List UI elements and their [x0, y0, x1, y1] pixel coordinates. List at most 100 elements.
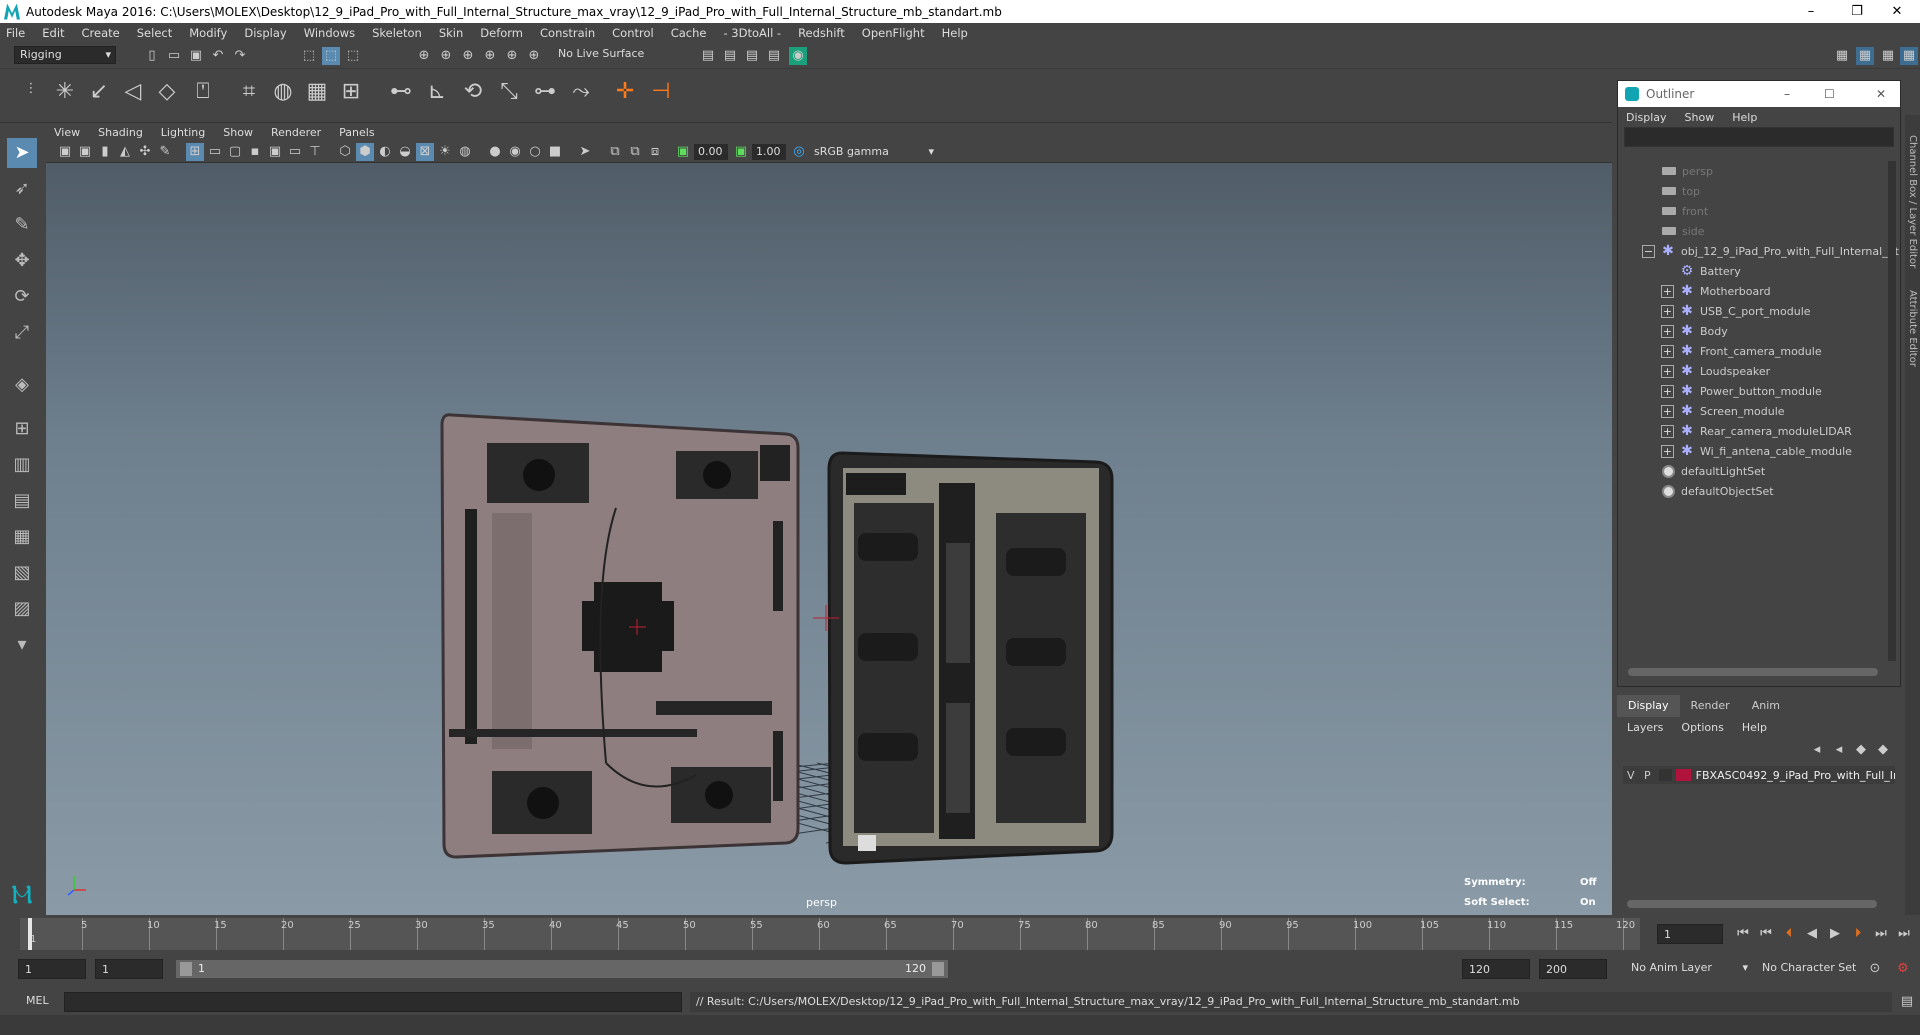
- move-layer-down-icon[interactable]: ◂: [1830, 741, 1848, 759]
- wireframe-icon[interactable]: ⬡: [336, 143, 354, 161]
- workspace-layout-icon[interactable]: ▦: [1856, 47, 1874, 65]
- select-hierarchy-icon[interactable]: ⬚: [300, 47, 318, 65]
- ipr-render-icon[interactable]: ▤: [743, 47, 761, 65]
- channel-box-tab[interactable]: Channel Box / Layer Editor: [1907, 135, 1918, 268]
- outliner-item-front[interactable]: front: [1662, 201, 1708, 221]
- rotate-tool-icon[interactable]: ⟳: [7, 282, 37, 312]
- layer-visibility-toggle[interactable]: V: [1627, 769, 1640, 782]
- outliner-item-usb-c-port[interactable]: + ✱ USB_C_port_module: [1661, 301, 1811, 321]
- open-scene-icon[interactable]: ▭: [165, 47, 183, 65]
- menu-openflight[interactable]: OpenFlight: [862, 26, 925, 40]
- gate-mask-icon[interactable]: ▪: [246, 143, 264, 161]
- field-chart-icon[interactable]: ▣: [266, 143, 284, 161]
- gamma-field[interactable]: 1.00: [752, 144, 786, 160]
- resolution-gate-icon[interactable]: ▢: [226, 143, 244, 161]
- script-language-label[interactable]: MEL: [26, 994, 49, 1007]
- hud-icon[interactable]: ⧈: [646, 143, 664, 161]
- image-plane-icon[interactable]: ◭: [116, 143, 134, 161]
- viewport-menu-lighting[interactable]: Lighting: [161, 126, 205, 139]
- menu-modify[interactable]: Modify: [189, 26, 227, 40]
- parent-constraint-icon[interactable]: ⊶: [532, 81, 558, 103]
- viewport-menu-view[interactable]: View: [54, 126, 80, 139]
- save-scene-icon[interactable]: ▣: [187, 47, 205, 65]
- live-surface-field[interactable]: No Live Surface: [553, 46, 653, 64]
- grid-toggle-icon[interactable]: ⊞: [186, 143, 204, 161]
- render-settings-icon[interactable]: ▤: [765, 47, 783, 65]
- layer-playback-toggle[interactable]: P: [1644, 769, 1657, 782]
- snap-curve-icon[interactable]: ⊕: [437, 47, 455, 65]
- tab-anim[interactable]: Anim: [1741, 695, 1791, 717]
- outliner-item-motherboard[interactable]: + ✱ Motherboard: [1661, 281, 1771, 301]
- new-layer-selected-icon[interactable]: ◆: [1874, 741, 1892, 759]
- layer-row[interactable]: V P FBXASC0492_9_iPad_Pro_with_Full_Inte: [1623, 766, 1895, 784]
- snap-point-icon[interactable]: ⊕: [459, 47, 477, 65]
- animation-preferences-icon[interactable]: ⚙: [1894, 960, 1912, 978]
- outliner-vertical-scrollbar[interactable]: [1888, 161, 1896, 661]
- tab-render[interactable]: Render: [1680, 695, 1741, 717]
- select-object-icon[interactable]: ⬚: [322, 47, 340, 65]
- scale-tool-icon[interactable]: ⤢: [7, 318, 37, 348]
- play-forwards-icon[interactable]: ▶: [1826, 925, 1844, 943]
- outliner-item-default-object-set[interactable]: defaultObjectSet: [1662, 481, 1774, 501]
- smooth-shade-icon[interactable]: ⬢: [356, 143, 374, 161]
- menu-file[interactable]: File: [6, 26, 25, 40]
- menu-create[interactable]: Create: [82, 26, 120, 40]
- exposure-field[interactable]: 0.00: [694, 144, 728, 160]
- playback-start-field[interactable]: 1: [95, 959, 163, 979]
- menu-control[interactable]: Control: [612, 26, 654, 40]
- menu-skeleton[interactable]: Skeleton: [372, 26, 422, 40]
- redo-icon[interactable]: ↷: [231, 47, 249, 65]
- anim-layer-dropdown[interactable]: No Anim Layer ▾: [1626, 960, 1752, 978]
- snap-grid-icon[interactable]: ⊕: [415, 47, 433, 65]
- select-tool-icon[interactable]: ➤: [7, 138, 37, 168]
- outliner-item-screen[interactable]: + ✱ Screen_module: [1661, 401, 1785, 421]
- expand-icon[interactable]: +: [1661, 304, 1674, 318]
- xray-joints-icon[interactable]: ⧉: [606, 143, 624, 161]
- expand-icon[interactable]: +: [1661, 424, 1674, 438]
- viewport-menu-show[interactable]: Show: [223, 126, 253, 139]
- menu-deform[interactable]: Deform: [480, 26, 523, 40]
- go-to-end-icon[interactable]: ⏭: [1895, 925, 1913, 943]
- anti-aliasing-icon[interactable]: ◉: [506, 143, 524, 161]
- script-editor-icon[interactable]: ▤: [1898, 993, 1916, 1011]
- hypershade-icon[interactable]: ◉: [789, 47, 807, 65]
- mirror-joint-icon[interactable]: ◁: [120, 81, 146, 103]
- shadows-icon[interactable]: ☀: [436, 143, 454, 161]
- point-constraint-icon[interactable]: ⊷: [388, 81, 414, 103]
- undo-icon[interactable]: ↶: [209, 47, 227, 65]
- menu-3dtoall[interactable]: - 3DtoAll -: [723, 26, 781, 40]
- expand-icon[interactable]: +: [1661, 404, 1674, 418]
- render-view-icon[interactable]: ▤: [699, 47, 717, 65]
- pole-vector-icon[interactable]: ⤳: [568, 81, 594, 103]
- render-frame-icon[interactable]: ▤: [721, 47, 739, 65]
- outliner-item-root[interactable]: − ✱ obj_12_9_iPad_Pro_with_Full_Internal_S…: [1642, 241, 1899, 261]
- step-forward-frame-icon[interactable]: ⏵: [1849, 925, 1867, 943]
- menu-constrain[interactable]: Constrain: [540, 26, 595, 40]
- cluster-icon[interactable]: ⊞: [338, 81, 364, 103]
- attribute-editor-tab[interactable]: Attribute Editor: [1907, 290, 1918, 367]
- orient-joint-icon[interactable]: ◇: [154, 81, 180, 103]
- layout-graph-icon[interactable]: ▧: [7, 558, 37, 588]
- close-button[interactable]: ✕: [1874, 0, 1920, 23]
- show-manipulator-icon[interactable]: ◈: [7, 370, 37, 400]
- orient-constraint-icon[interactable]: ⟲: [460, 81, 486, 103]
- go-to-start-icon[interactable]: ⏮: [1734, 925, 1752, 943]
- channel-box-toggle-icon[interactable]: ▦: [1900, 47, 1918, 65]
- new-scene-icon[interactable]: ▯: [143, 47, 161, 65]
- motion-blur-icon[interactable]: ●: [486, 143, 504, 161]
- outliner-item-wifi-antenna[interactable]: + ✱ Wi_fi_antena_cable_module: [1661, 441, 1852, 461]
- xray-icon[interactable]: ➤: [576, 143, 594, 161]
- shelf-options-icon[interactable]: ⋮: [22, 80, 40, 98]
- locator-icon[interactable]: ✛: [612, 81, 638, 103]
- exposure-icon[interactable]: ▣: [674, 143, 692, 161]
- grease-pencil-icon[interactable]: ✎: [156, 143, 174, 161]
- outliner-menu-display[interactable]: Display: [1626, 111, 1667, 124]
- layer-color-swatch[interactable]: [1675, 769, 1691, 781]
- snap-surface-icon[interactable]: ⊕: [503, 47, 521, 65]
- character-set-dropdown[interactable]: No Character Set: [1757, 960, 1877, 978]
- viewport-menu-shading[interactable]: Shading: [98, 126, 143, 139]
- outliner-item-loudspeaker[interactable]: + ✱ Loudspeaker: [1661, 361, 1770, 381]
- scale-constraint-icon[interactable]: ⤡: [496, 81, 522, 103]
- aim-constraint-icon[interactable]: ⊾: [424, 81, 450, 103]
- depth-of-field-icon[interactable]: ○: [526, 143, 544, 161]
